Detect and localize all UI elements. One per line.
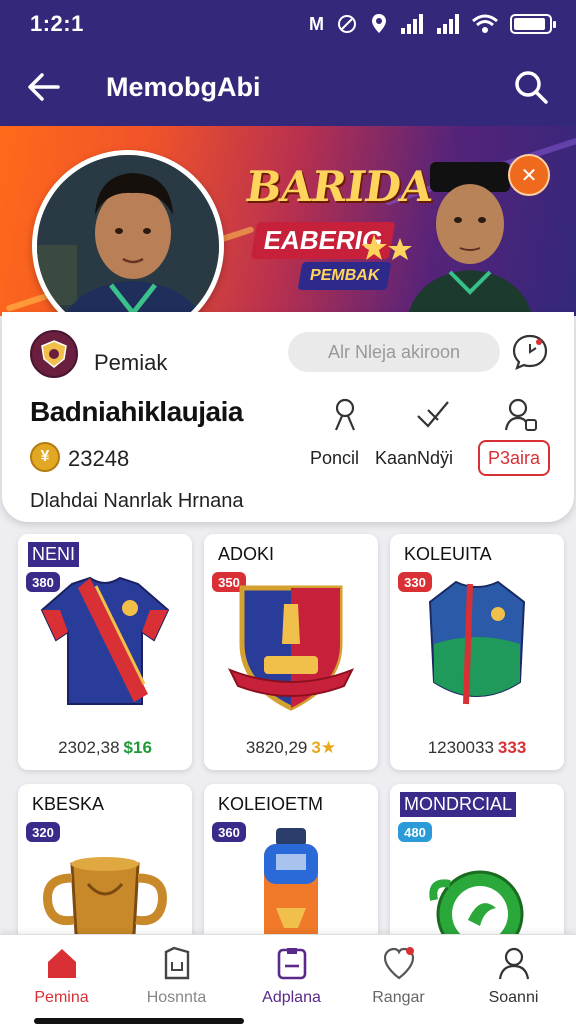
club-logo-icon[interactable] [30, 330, 78, 378]
home-icon [47, 949, 76, 978]
item-price-value: 2302,38 [58, 738, 120, 757]
app-bar: MemobgAbi [0, 48, 576, 126]
nav-label: Soanni [488, 989, 539, 1006]
item-price: 2302,38 $16 [18, 738, 192, 758]
status-bar: 1:2:1 M [0, 0, 576, 48]
nav-label: Rangar [372, 989, 425, 1006]
item-price: 3820,29 3★ [204, 738, 378, 758]
club-name: Pemiak [94, 350, 168, 375]
follow-button[interactable]: P3aira [478, 440, 550, 476]
user-icon [498, 947, 529, 980]
nav-label: Adplana [262, 989, 321, 1006]
item-title: NENI [28, 542, 80, 567]
shirt-image [428, 580, 526, 705]
profile-bio: Dlahdai Nanrlak Hrnana [30, 490, 244, 512]
item-title: MONDRCIAL [400, 792, 517, 817]
nav-item-badges[interactable]: Adplana [234, 935, 349, 1015]
action-user-button[interactable] [502, 396, 540, 432]
item-price-accent: 3★ [311, 738, 337, 757]
vs-icon[interactable]: ✕ [508, 154, 550, 196]
nav-item-favorites[interactable]: Rangar [341, 935, 456, 1015]
item-title: ADOKI [218, 544, 275, 564]
profile-name: Badniahiklaujaia [30, 396, 243, 427]
badge-icon [277, 948, 306, 980]
jersey-image [40, 576, 170, 705]
item-price-accent: $16 [123, 738, 152, 757]
heart-pin-icon [383, 947, 414, 980]
item-card[interactable]: NENI 380 2302,38 $16 [18, 534, 192, 770]
nav-item-cards[interactable]: Hosnnta [119, 935, 234, 1015]
person-icon [334, 398, 356, 431]
wifi-icon [472, 14, 498, 33]
share-icon [417, 401, 449, 428]
item-price: 1230033 333 [390, 738, 564, 758]
nav-label: Pemina [34, 989, 89, 1006]
profile-card: Pemiak Alr Nleja akiroon Badniahiklaujai… [2, 312, 574, 522]
item-title: KBESKA [32, 794, 105, 814]
nav-item-home[interactable]: Pemina [4, 935, 119, 1015]
status-time: 1:2:1 [30, 11, 84, 36]
avatar-image [37, 155, 219, 337]
item-card[interactable]: ADOKI 350 3820,29 3★ [204, 534, 378, 770]
coin-icon: ¥ [30, 442, 60, 472]
signal-2-icon [437, 14, 459, 34]
home-indicator [34, 1018, 244, 1024]
bottom-nav: Pemina Hosnnta Adplana Rangar Soanni [0, 934, 576, 1024]
item-title: KOLEIOETM [218, 794, 324, 814]
search-icon[interactable] [512, 68, 550, 106]
nfc-icon [338, 15, 356, 33]
follow-label: P3aira [487, 447, 541, 468]
nav-item-profile[interactable]: Soanni [456, 935, 571, 1015]
user-check-icon [504, 398, 537, 431]
profile-search-input[interactable]: Alr Nleja akiroon [288, 332, 500, 372]
search-placeholder: Alr Nleja akiroon [327, 341, 461, 362]
nav-label: Hosnnta [146, 989, 207, 1006]
avatar [37, 155, 219, 337]
card-icon [164, 946, 189, 980]
item-price-accent: 333 [497, 738, 527, 757]
item-price-value: 3820,29 [245, 738, 308, 757]
action-share-button[interactable] [414, 396, 452, 432]
page-title: MemobgAbi [106, 71, 261, 102]
battery-icon [510, 14, 556, 34]
status-icons: M [309, 13, 556, 35]
action-label-2: KaanNdÿi [375, 448, 454, 468]
item-title: KOLEUITA [404, 544, 492, 564]
chat-icon[interactable] [510, 332, 550, 372]
action-label-1: Poncil [310, 448, 360, 468]
crest-image [227, 585, 355, 711]
signal-icon [401, 14, 423, 34]
back-arrow-icon[interactable] [26, 69, 62, 105]
item-card[interactable]: KOLEUITA 330 1230033 333 [390, 534, 564, 770]
coin-count: 23248 [68, 446, 130, 471]
carrier-icon: M [309, 13, 324, 34]
battery-fill [514, 18, 545, 30]
location-icon [372, 14, 386, 33]
action-person-button[interactable] [326, 396, 364, 432]
item-price-value: 1230033 [427, 738, 494, 757]
